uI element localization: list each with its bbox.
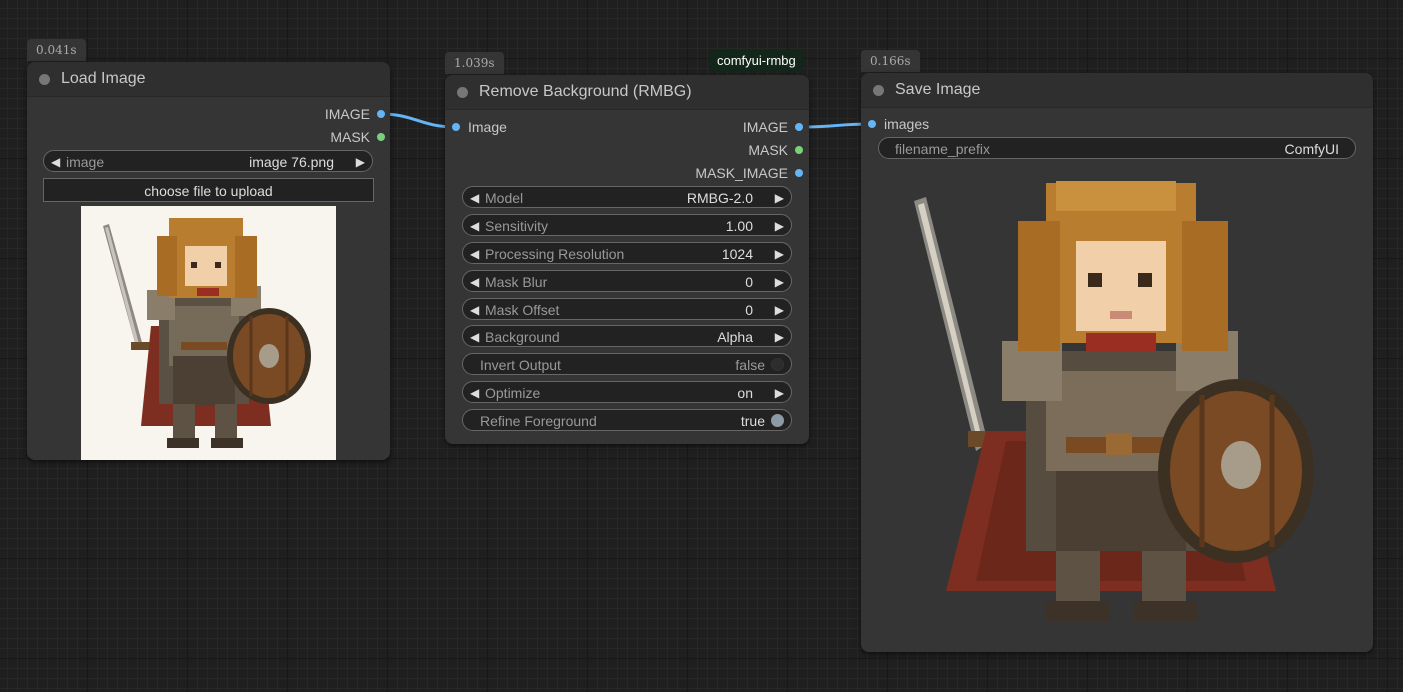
arrow-right-icon[interactable]: ▶: [775, 382, 784, 404]
output-dot-mask-image[interactable]: [795, 169, 803, 177]
sensitivity-number-widget[interactable]: ◀ Sensitivity 1.00 ▶: [462, 214, 792, 236]
save-image-title-bar[interactable]: Save Image: [861, 73, 1373, 108]
input-slot-image[interactable]: Image: [468, 118, 507, 136]
toggle-on-icon[interactable]: [771, 414, 784, 427]
arrow-left-icon[interactable]: ◀: [470, 382, 479, 404]
processing-resolution-widget[interactable]: ◀ Processing Resolution 1024 ▶: [462, 242, 792, 264]
rmbg-source-badge: comfyui-rmbg: [710, 50, 803, 72]
input-dot-image[interactable]: [452, 123, 460, 131]
arrow-right-icon[interactable]: ▶: [356, 151, 365, 173]
background-combo-widget[interactable]: ◀ Background Alpha ▶: [462, 325, 792, 347]
model-combo-widget[interactable]: ◀ Model RMBG-2.0 ▶: [462, 186, 792, 208]
invert-output-toggle[interactable]: Invert Output false: [462, 353, 792, 375]
arrow-left-icon[interactable]: ◀: [470, 215, 479, 237]
output-slot-image[interactable]: IMAGE: [625, 118, 788, 136]
arrow-right-icon[interactable]: ▶: [775, 299, 784, 321]
output-slot-mask[interactable]: MASK: [227, 128, 370, 146]
mask-blur-widget[interactable]: ◀ Mask Blur 0 ▶: [462, 270, 792, 292]
upload-button[interactable]: choose file to upload: [43, 178, 374, 202]
image-preview: [81, 206, 336, 460]
refine-foreground-toggle[interactable]: Refine Foreground true: [462, 409, 792, 431]
rmbg-title: Remove Background (RMBG): [479, 83, 692, 100]
input-slot-images[interactable]: images: [884, 115, 929, 133]
filename-prefix-widget[interactable]: filename_prefix ComfyUI: [878, 137, 1356, 159]
output-slot-mask[interactable]: MASK: [625, 141, 788, 159]
output-image-preview: [914, 181, 1314, 621]
save-image-title: Save Image: [895, 81, 981, 98]
arrow-left-icon[interactable]: ◀: [470, 326, 479, 348]
arrow-left-icon[interactable]: ◀: [470, 187, 479, 209]
load-image-title: Load Image: [61, 70, 146, 87]
arrow-left-icon[interactable]: ◀: [51, 151, 60, 173]
warrior-thumbnail: [103, 218, 311, 448]
rmbg-timing: 1.039s: [445, 52, 504, 74]
node-collapse-dot[interactable]: [457, 87, 468, 98]
load-image-node[interactable]: Load Image IMAGE MASK ◀ image image 76.p…: [27, 62, 390, 460]
load-image-timing: 0.041s: [27, 39, 86, 61]
arrow-right-icon[interactable]: ▶: [775, 326, 784, 348]
image-combo-widget[interactable]: ◀ image image 76.png ▶: [43, 150, 373, 172]
arrow-left-icon[interactable]: ◀: [470, 243, 479, 265]
arrow-left-icon[interactable]: ◀: [470, 271, 479, 293]
arrow-left-icon[interactable]: ◀: [470, 299, 479, 321]
output-slot-image[interactable]: IMAGE: [227, 105, 370, 123]
node-collapse-dot[interactable]: [39, 74, 50, 85]
mask-offset-widget[interactable]: ◀ Mask Offset 0 ▶: [462, 298, 792, 320]
input-dot-images[interactable]: [868, 120, 876, 128]
output-dot-image[interactable]: [795, 123, 803, 131]
output-dot-image[interactable]: [377, 110, 385, 118]
toggle-off-icon[interactable]: [771, 358, 784, 371]
arrow-right-icon[interactable]: ▶: [775, 243, 784, 265]
output-dot-mask[interactable]: [795, 146, 803, 154]
save-image-timing: 0.166s: [861, 50, 920, 72]
node-collapse-dot[interactable]: [873, 85, 884, 96]
rmbg-node[interactable]: Remove Background (RMBG) Image IMAGE MAS…: [445, 75, 809, 444]
output-slot-mask-image[interactable]: MASK_IMAGE: [625, 164, 788, 182]
arrow-right-icon[interactable]: ▶: [775, 271, 784, 293]
arrow-right-icon[interactable]: ▶: [775, 187, 784, 209]
arrow-right-icon[interactable]: ▶: [775, 215, 784, 237]
output-dot-mask[interactable]: [377, 133, 385, 141]
optimize-combo-widget[interactable]: ◀ Optimize on ▶: [462, 381, 792, 403]
save-image-node[interactable]: Save Image images filename_prefix ComfyU…: [861, 73, 1373, 652]
rmbg-title-bar[interactable]: Remove Background (RMBG): [445, 75, 809, 110]
load-image-title-bar[interactable]: Load Image: [27, 62, 390, 97]
